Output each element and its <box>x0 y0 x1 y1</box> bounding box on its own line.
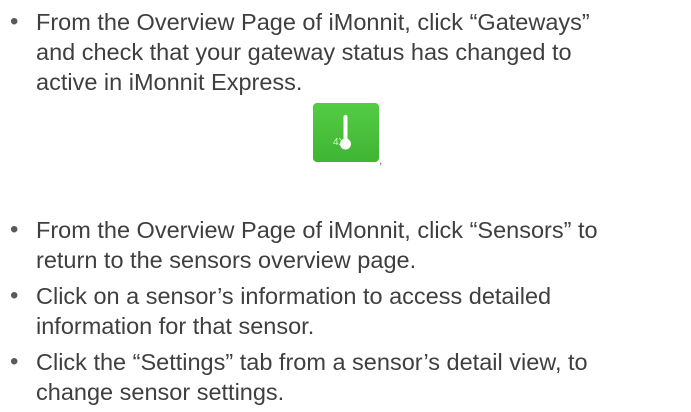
instruction-text: From the Overview Page of iMonnit, click… <box>36 217 598 273</box>
thermometer-icon <box>340 115 351 150</box>
trailing-mark: , <box>379 153 383 167</box>
bullet: • <box>10 282 19 309</box>
sensor-badge: 4X <box>333 137 346 148</box>
bullet: • <box>10 8 19 35</box>
bullet: • <box>10 348 19 375</box>
instruction-text: From the Overview Page of iMonnit, click… <box>36 9 590 95</box>
bullet: • <box>10 216 19 243</box>
instruction-text: Click on a sensor’s information to acces… <box>36 283 552 339</box>
instruction-text: Click the “Settings” tab from a sensor’s… <box>36 349 588 405</box>
temperature-sensor-icon: 4X <box>313 103 379 162</box>
